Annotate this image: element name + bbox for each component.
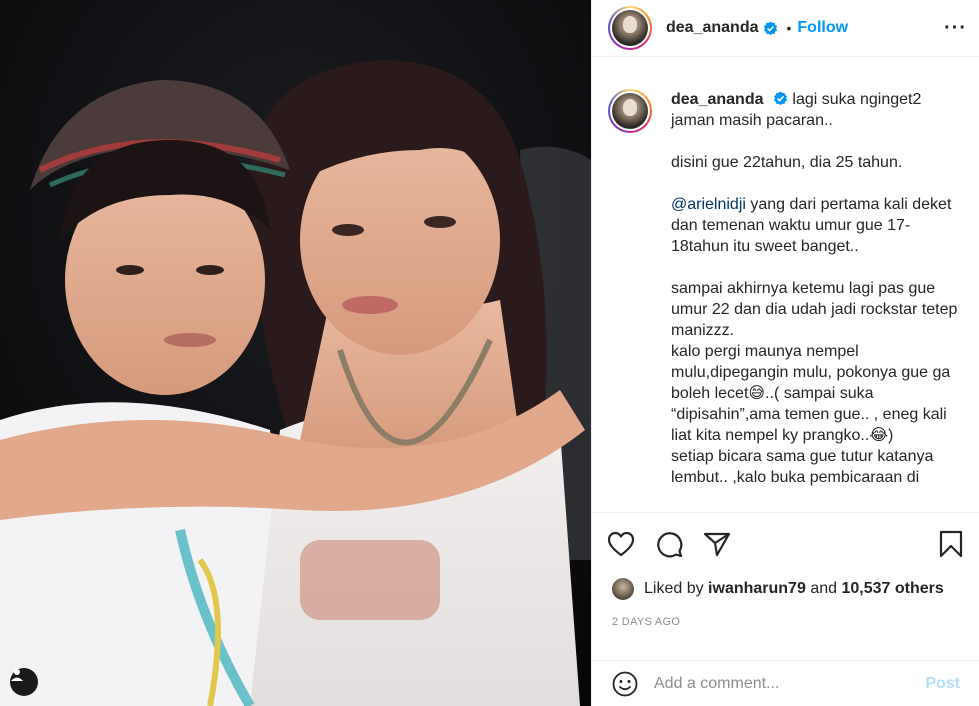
- more-horizontal-icon[interactable]: ···: [944, 17, 967, 40]
- caption-line: ): [888, 427, 894, 444]
- bookmark-icon: [939, 530, 963, 557]
- caption-avatar[interactable]: [608, 89, 652, 133]
- comment-icon: [657, 531, 683, 557]
- follow-button[interactable]: Follow: [797, 19, 848, 37]
- comment-button[interactable]: [654, 529, 684, 559]
- share-button[interactable]: [702, 529, 732, 559]
- mention-link[interactable]: @arielnidji: [671, 196, 746, 213]
- share-icon: [703, 532, 731, 556]
- likes-count[interactable]: 10,537 others: [841, 580, 943, 598]
- caption-line: setiap bicara sama gue tutur katanya lem…: [671, 448, 934, 486]
- liker-username[interactable]: iwanharun79: [708, 580, 806, 598]
- like-button[interactable]: [606, 529, 636, 559]
- comment-input[interactable]: [654, 674, 926, 693]
- joy-emoji: 😂: [869, 427, 889, 444]
- caption-text: dea_ananda lagi suka nginget2 jaman masi…: [671, 89, 968, 512]
- emoji-icon[interactable]: [612, 671, 638, 697]
- author-avatar[interactable]: [608, 6, 652, 50]
- action-bar: [592, 512, 979, 574]
- verified-badge-icon: [773, 91, 787, 106]
- post-photo[interactable]: [0, 0, 591, 706]
- tagged-users-button[interactable]: [10, 668, 38, 696]
- sweat-smile-emoji: 😅: [748, 385, 766, 402]
- post-header: dea_ananda • Follow ···: [592, 0, 979, 57]
- caption-username[interactable]: dea_ananda: [671, 91, 763, 108]
- heart-icon: [607, 531, 635, 556]
- verified-badge-icon: [764, 20, 778, 35]
- likes-middle: and: [810, 580, 838, 597]
- post-sidebar: dea_ananda • Follow ··· dea_ananda lagi …: [591, 0, 979, 706]
- save-button[interactable]: [936, 529, 966, 559]
- separator-dot: •: [786, 20, 792, 36]
- liker-avatar[interactable]: [612, 578, 634, 600]
- comment-bar: Post: [592, 660, 979, 706]
- caption-section: dea_ananda lagi suka nginget2 jaman masi…: [592, 57, 979, 512]
- user-icon: [11, 669, 23, 681]
- photo-illustration: [0, 0, 591, 706]
- post-timestamp[interactable]: 2 DAYS AGO: [612, 616, 680, 628]
- likes-prefix: Liked by: [644, 580, 704, 597]
- author-username[interactable]: dea_ananda: [666, 19, 758, 37]
- post-comment-button[interactable]: Post: [925, 675, 960, 693]
- likes-summary: Liked by iwanharun79 and 10,537 others: [612, 578, 944, 600]
- caption-line: disini gue 22tahun, dia 25 tahun.: [671, 154, 903, 171]
- caption-line: sampai akhirnya ketemu lagi pas gue umur…: [671, 280, 958, 339]
